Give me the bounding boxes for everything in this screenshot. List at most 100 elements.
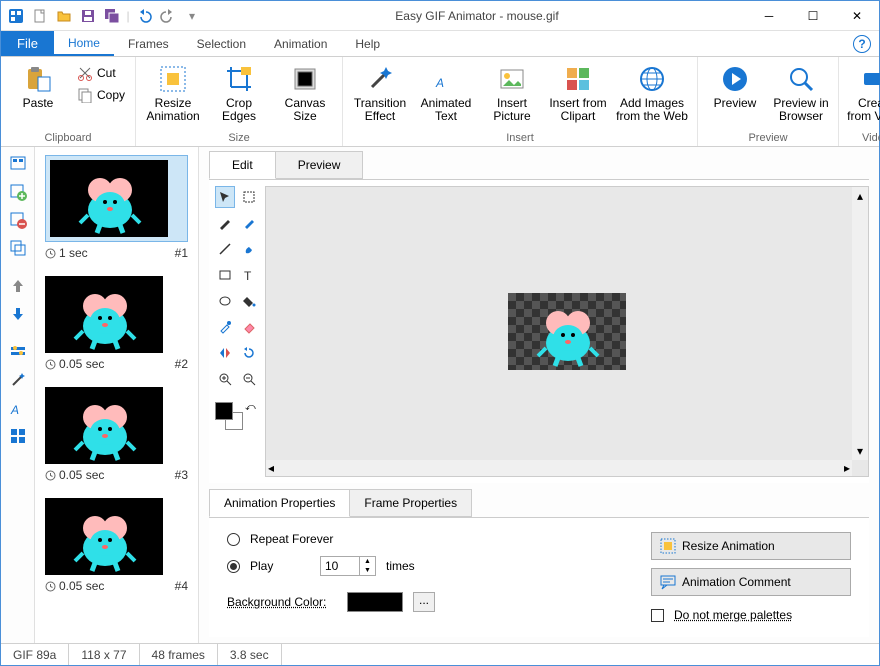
- nomerge-label: Do not merge palettes: [674, 608, 792, 622]
- close-button[interactable]: ✕: [835, 1, 879, 31]
- frame-duration: 0.05 sec: [45, 357, 104, 371]
- app-icon[interactable]: [5, 5, 27, 27]
- help-icon[interactable]: ?: [853, 35, 871, 53]
- repeat-label: Repeat Forever: [250, 532, 333, 546]
- nomerge-checkbox[interactable]: [651, 609, 664, 622]
- preview-tab[interactable]: Preview: [275, 151, 364, 179]
- canvas[interactable]: [508, 293, 626, 370]
- color-swatches[interactable]: ⤺: [215, 402, 259, 430]
- resize-anim-button[interactable]: Resize Animation: [651, 532, 851, 560]
- tool-move-up-icon[interactable]: [6, 275, 30, 297]
- animated-text-button[interactable]: AAnimated Text: [415, 61, 477, 123]
- tool-text-icon[interactable]: A: [6, 397, 30, 419]
- tool-remove-frame-icon[interactable]: [6, 209, 30, 231]
- flip-h-tool[interactable]: [215, 342, 235, 364]
- preview-browser-button[interactable]: Preview in Browser: [770, 61, 832, 123]
- zoom-out-tool[interactable]: [239, 368, 259, 390]
- scrollbar-vertical[interactable]: ▴▾: [852, 187, 868, 460]
- pointer-tool[interactable]: [215, 186, 235, 208]
- tab-selection[interactable]: Selection: [183, 31, 260, 56]
- fg-color-swatch[interactable]: [215, 402, 233, 420]
- bgcolor-picker-button[interactable]: ...: [413, 592, 435, 612]
- property-panel: Repeat Forever Play ▲▼ times Background …: [209, 517, 869, 637]
- preview-button[interactable]: Preview: [704, 61, 766, 110]
- scrollbar-horizontal[interactable]: ◂▸: [266, 460, 852, 476]
- transition-effect-button[interactable]: Transition Effect: [349, 61, 411, 123]
- radio-play[interactable]: [227, 560, 240, 573]
- eraser-tool[interactable]: [239, 316, 259, 338]
- swap-colors-icon[interactable]: ⤺: [245, 402, 256, 413]
- frames-panel[interactable]: 1 sec#1 0.05 sec#2 0.05 sec#3 0.05 sec#4: [35, 147, 199, 643]
- play-count-input[interactable]: [320, 556, 360, 576]
- clock-icon: [45, 359, 56, 370]
- marquee-tool[interactable]: [239, 186, 259, 208]
- wand-icon: [364, 63, 396, 95]
- eyedropper-tool[interactable]: [215, 316, 235, 338]
- crop-edges-button[interactable]: Crop Edges: [208, 61, 270, 123]
- minimize-button[interactable]: ─: [747, 1, 791, 31]
- play-times-row[interactable]: Play ▲▼ times: [227, 556, 651, 576]
- cut-button[interactable]: Cut: [73, 63, 129, 83]
- save-all-icon[interactable]: [101, 5, 123, 27]
- anim-props-tab[interactable]: Animation Properties: [209, 489, 350, 517]
- text-tool[interactable]: T: [239, 264, 259, 286]
- copy-button[interactable]: Copy: [73, 85, 129, 105]
- frame-item[interactable]: 0.05 sec#3: [45, 387, 188, 482]
- tool-grid-icon[interactable]: [6, 425, 30, 447]
- add-from-web-button[interactable]: Add Images from the Web: [613, 61, 691, 123]
- save-icon[interactable]: [77, 5, 99, 27]
- ellipse-tool[interactable]: [215, 290, 235, 312]
- insert-picture-button[interactable]: Insert Picture: [481, 61, 543, 123]
- tool-add-frame-icon[interactable]: [6, 181, 30, 203]
- anim-comment-button[interactable]: Animation Comment: [651, 568, 851, 596]
- create-from-video-button[interactable]: Create from Video: [845, 61, 880, 123]
- frame-item[interactable]: 1 sec#1: [45, 155, 188, 260]
- tab-frames[interactable]: Frames: [114, 31, 183, 56]
- radio-repeat[interactable]: [227, 533, 240, 546]
- file-menu[interactable]: File: [1, 31, 54, 56]
- repeat-forever-row[interactable]: Repeat Forever: [227, 532, 651, 546]
- bgcolor-swatch[interactable]: [347, 592, 403, 612]
- frame-thumb[interactable]: [45, 276, 163, 353]
- resize-animation-button[interactable]: Resize Animation: [142, 61, 204, 123]
- tool-move-down-icon[interactable]: [6, 303, 30, 325]
- zoom-in-tool[interactable]: [215, 368, 235, 390]
- spin-down[interactable]: ▼: [360, 566, 375, 575]
- fill-tool[interactable]: [239, 290, 259, 312]
- frame-thumb[interactable]: [45, 498, 163, 575]
- frame-thumb[interactable]: [45, 387, 163, 464]
- edit-tab[interactable]: Edit: [209, 151, 276, 179]
- play-count-spinner[interactable]: ▲▼: [320, 556, 376, 576]
- paint-tool[interactable]: [239, 238, 259, 260]
- insert-clipart-button[interactable]: Insert from Clipart: [547, 61, 609, 123]
- frame-item[interactable]: 0.05 sec#4: [45, 498, 188, 593]
- maximize-button[interactable]: ☐: [791, 1, 835, 31]
- tab-help[interactable]: Help: [341, 31, 394, 56]
- frame-props-tab[interactable]: Frame Properties: [349, 489, 472, 517]
- tool-duplicate-icon[interactable]: [6, 237, 30, 259]
- status-duration: 3.8 sec: [218, 644, 282, 665]
- paste-button[interactable]: Paste: [7, 61, 69, 110]
- tool-wand-icon[interactable]: [6, 369, 30, 391]
- qat-dropdown-icon[interactable]: ▾: [181, 5, 203, 27]
- frame-item[interactable]: 0.05 sec#2: [45, 276, 188, 371]
- tab-home[interactable]: Home: [54, 31, 114, 56]
- undo-icon[interactable]: [133, 5, 155, 27]
- tool-frame-manage-icon[interactable]: [6, 153, 30, 175]
- rotate-tool[interactable]: [239, 342, 259, 364]
- redo-icon[interactable]: [157, 5, 179, 27]
- new-icon[interactable]: [29, 5, 51, 27]
- video-group-label: Video: [845, 132, 880, 146]
- line-tool[interactable]: [215, 238, 235, 260]
- brush-tool[interactable]: [239, 212, 259, 234]
- canvas-size-button[interactable]: Canvas Size: [274, 61, 336, 123]
- canvas-size-label: Canvas Size: [285, 97, 326, 123]
- open-icon[interactable]: [53, 5, 75, 27]
- cut-icon: [77, 65, 93, 81]
- frame-thumb[interactable]: [50, 160, 168, 237]
- pencil-tool[interactable]: [215, 212, 235, 234]
- spin-up[interactable]: ▲: [360, 557, 375, 566]
- tab-animation[interactable]: Animation: [260, 31, 341, 56]
- tool-effects-icon[interactable]: [6, 341, 30, 363]
- rect-tool[interactable]: [215, 264, 235, 286]
